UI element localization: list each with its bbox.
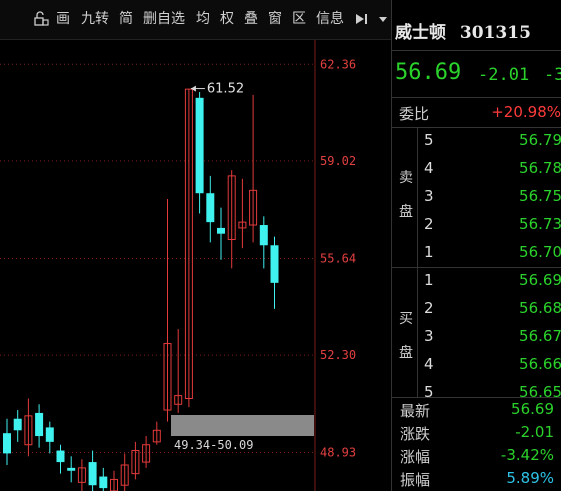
toolbar-overlay[interactable]: 叠 (244, 10, 258, 28)
buy-price: 56.67 (519, 327, 561, 345)
high-marker-arrow-icon (190, 85, 196, 92)
range-highlight-box (171, 415, 314, 436)
stock-title: 威士顿 301315 (395, 18, 531, 43)
sell-price: 56.73 (519, 215, 561, 233)
candle-body (217, 227, 225, 234)
chart-toolbar: 画 九转 简 删自选 均 权 叠 窗 区 信息 (0, 0, 391, 40)
stat-row: 涨幅 -3.42% (392, 444, 561, 467)
buy-row[interactable]: 4 56.66 (392, 351, 561, 379)
sell-level: 2 (424, 215, 434, 233)
range-label: 49.34-50.09 (174, 438, 253, 452)
toolbar-range[interactable]: 区 (292, 10, 306, 28)
buy-level: 1 (424, 271, 434, 289)
candle-body (45, 427, 54, 442)
buy-price: 56.66 (519, 355, 561, 373)
sell-price: 56.75 (519, 187, 561, 205)
sell-level: 1 (424, 243, 434, 261)
sell-row[interactable]: 2 56.73 (392, 211, 561, 239)
stat-row: 最新 56.69 (392, 398, 561, 421)
candle-body (13, 418, 22, 431)
buy-price: 56.68 (519, 299, 561, 317)
buy-level: 2 (424, 299, 434, 317)
webi-label: 委比 (399, 105, 430, 123)
sell-level: 3 (424, 187, 434, 205)
kline-chart[interactable]: 62.36 59.02 55.64 52.30 48.93 49.34-50.09 61.5… (0, 0, 391, 491)
candle-body (195, 97, 204, 194)
sell-row[interactable]: 1 56.70 (392, 239, 561, 267)
y-tick-label: 48.93 (320, 446, 356, 460)
sell-row[interactable]: 5 56.79 (392, 127, 561, 155)
lock-toggle-icon[interactable] (33, 11, 49, 27)
candle-body (35, 412, 44, 437)
stat-value: 5.89% (506, 469, 554, 487)
candle-body (3, 433, 11, 454)
stat-label: 涨幅 (400, 448, 431, 466)
buy-row[interactable]: 1 56.69 (392, 267, 561, 295)
quote-panel: 威士顿 301315 56.69 -2.01 -3 委比 +20.98% 卖 盘… (391, 0, 561, 491)
stat-value: 56.69 (511, 400, 554, 418)
candle-body (56, 450, 65, 463)
price-change: -2.01 (478, 65, 530, 85)
stat-label: 振幅 (400, 471, 431, 489)
stat-label: 最新 (400, 402, 431, 420)
buy-row[interactable]: 2 56.68 (392, 295, 561, 323)
sell-price: 56.79 (519, 131, 561, 149)
stat-value: -3.42% (500, 446, 554, 464)
collapse-panel-icon[interactable] (354, 11, 370, 27)
last-price: 56.69 (395, 60, 462, 85)
stat-label: 涨跌 (400, 425, 431, 443)
stat-row: 振幅 5.89% (392, 467, 561, 490)
toolbar-adjust[interactable]: 权 (220, 10, 234, 28)
candle-body (259, 225, 268, 246)
webi-value: +20.98% (491, 103, 561, 121)
candle-body (270, 245, 279, 283)
sell-price: 56.70 (519, 243, 561, 261)
toolbar-simple[interactable]: 简 (119, 10, 133, 28)
toolbar-info[interactable]: 信息 (316, 10, 344, 28)
stat-row: 涨跌 -2.01 (392, 421, 561, 444)
y-tick-label: 59.02 (320, 154, 356, 168)
buy-level: 3 (424, 327, 434, 345)
buy-price: 56.69 (519, 271, 561, 289)
toolbar-remove-fav[interactable]: 删自选 (143, 10, 185, 28)
dropdown-arrow-icon[interactable] (375, 11, 391, 27)
toolbar-window[interactable]: 窗 (268, 10, 282, 28)
stock-name: 威士顿 (395, 23, 446, 43)
divider (392, 97, 561, 98)
kline-chart-panel[interactable]: 62.36 59.02 55.64 52.30 48.93 49.34-50.09 61.5… (0, 0, 391, 491)
toolbar-nine-turn[interactable]: 九转 (81, 10, 109, 28)
sell-price: 56.78 (519, 159, 561, 177)
price-change-pct: -3 (544, 65, 561, 85)
y-tick-label: 52.30 (320, 348, 356, 362)
toolbar-draw[interactable]: 画 (56, 10, 70, 28)
sell-level: 5 (424, 131, 434, 149)
candle-body (67, 467, 76, 471)
stock-code: 301315 (459, 23, 531, 43)
stat-value: -2.01 (515, 423, 554, 441)
candle-body (206, 193, 215, 223)
sell-level: 4 (424, 159, 434, 177)
toolbar-ma[interactable]: 均 (196, 10, 210, 28)
y-tick-label: 55.64 (320, 252, 356, 266)
sell-row[interactable]: 3 56.75 (392, 183, 561, 211)
candle-body (99, 476, 108, 489)
y-tick-label: 62.36 (320, 57, 356, 71)
divider (392, 50, 561, 51)
buy-row[interactable]: 3 56.67 (392, 323, 561, 351)
candle-body (88, 462, 97, 486)
buy-level: 4 (424, 355, 434, 373)
sell-row[interactable]: 4 56.78 (392, 155, 561, 183)
high-marker-label: 61.52 (207, 82, 244, 97)
